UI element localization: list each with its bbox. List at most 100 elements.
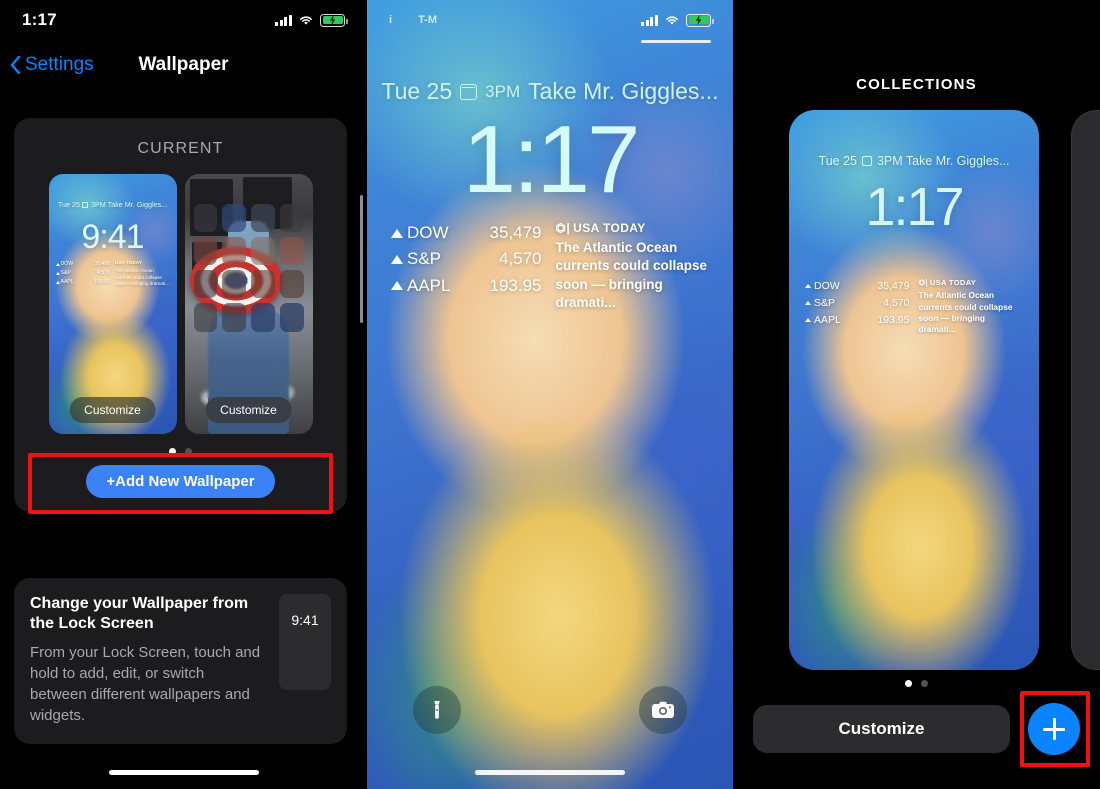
preview-list: Tue 25 3PM Take Mr. Giggles... 9:41 DOW 3… <box>14 174 347 434</box>
app-icon[interactable] <box>222 303 246 332</box>
card-event: 3PM Take Mr. Giggles... <box>876 154 1010 168</box>
stock-symbol: S&P <box>60 270 71 277</box>
app-icon[interactable] <box>251 336 275 365</box>
app-icon-grid <box>185 174 313 434</box>
status-time: 1:17 <box>22 10 57 29</box>
preview-date-row: Tue 25 3PM Take Mr. Giggles... <box>49 200 177 209</box>
app-icon[interactable] <box>222 336 246 365</box>
stock-symbol: S&P <box>407 249 442 269</box>
preview-date: Tue 25 <box>57 200 80 209</box>
back-label: Settings <box>25 54 94 75</box>
battery-charging-icon <box>320 13 348 27</box>
news-headline: The Atlantic Ocean currents could collap… <box>918 290 1013 335</box>
app-icon[interactable] <box>251 204 275 233</box>
stock-symbol: AAPL <box>60 279 74 286</box>
screenshot-root: 1:17 Settings Wallpaper CURRENT Tue 25 3… <box>0 0 1100 789</box>
app-icon[interactable] <box>193 270 218 299</box>
page-dot-active[interactable] <box>169 448 176 455</box>
stocks-widget[interactable]: DOW 35,479 S&P 4,570 AAPL 193.95 <box>391 220 542 312</box>
stock-value: 193.95 <box>877 313 910 326</box>
app-icon[interactable] <box>279 303 304 332</box>
news-widget[interactable]: ⏣| USA TODAY The Atlantic Ocean currents… <box>556 220 710 312</box>
page-dots <box>733 680 1100 687</box>
bottom-action-bar: Customize <box>753 691 1090 767</box>
lock-widgets: DOW 35,479 S&P 4,570 AAPL 193.95 ⏣| USA TOD… <box>391 220 709 312</box>
status-underline <box>641 40 711 43</box>
cellular-bars-icon <box>641 14 658 26</box>
app-icon[interactable] <box>193 237 218 266</box>
news-brand: USA TODAY <box>115 260 143 265</box>
preview-event: 3PM Take Mr. Giggles... <box>90 200 168 209</box>
card-date-row: Tue 25 3PM Take Mr. Giggles... <box>789 154 1039 168</box>
customize-button-lock[interactable]: Customize <box>69 397 156 423</box>
quick-actions <box>367 686 733 734</box>
app-icon[interactable] <box>222 270 246 299</box>
app-icon[interactable] <box>251 270 275 299</box>
add-wallpaper-area: +Add New Wallpaper <box>28 453 333 514</box>
app-icon[interactable] <box>279 336 304 365</box>
back-button[interactable]: Settings <box>10 54 94 76</box>
page-dots <box>14 448 347 455</box>
app-icon[interactable] <box>251 303 275 332</box>
preview-home-screen[interactable]: Customize <box>184 174 313 434</box>
camera-button[interactable] <box>639 686 687 734</box>
app-icon[interactable] <box>193 204 218 233</box>
app-icon[interactable] <box>251 237 275 266</box>
arrow-up-icon <box>55 281 60 285</box>
status-icons <box>641 13 714 27</box>
news-brand: USA TODAY <box>929 278 977 287</box>
collection-card-lock-screen[interactable]: Tue 25 3PM Take Mr. Giggles... 1:17 DOW 3… <box>789 110 1039 670</box>
add-wallpaper-fab[interactable] <box>1028 703 1080 755</box>
stock-value: 4,571 <box>97 270 110 277</box>
next-collection-card-peek[interactable] <box>1071 110 1100 670</box>
collections-header: COLLECTIONS <box>856 76 977 93</box>
camera-icon <box>652 701 674 718</box>
scrollbar[interactable] <box>360 195 363 323</box>
app-icon[interactable] <box>222 369 246 398</box>
news-logo-icon: ⏣| <box>555 221 571 235</box>
status-icons <box>275 13 348 27</box>
app-icon[interactable] <box>279 204 304 233</box>
customize-button-home[interactable]: Customize <box>205 397 292 423</box>
news-widget: ⏣| USA TODAY The Atlantic Ocean currents… <box>919 278 1024 336</box>
stock-value: 4,570 <box>498 249 542 269</box>
calendar-icon <box>82 201 89 208</box>
battery-charging-icon <box>686 13 714 27</box>
panel-collections: COLLECTIONS Tue 25 3PM Take Mr. Giggles.… <box>733 0 1100 789</box>
status-bar: i T-M <box>367 0 733 40</box>
wifi-icon <box>300 16 312 25</box>
stocks-widget: DOW 35,479 S&P 4,570 AAPL 193.95 <box>805 278 910 336</box>
app-icon[interactable] <box>222 204 246 233</box>
app-icon[interactable] <box>193 336 218 365</box>
app-icon[interactable] <box>193 369 218 398</box>
wifi-icon <box>666 16 678 25</box>
stock-symbol: DOW <box>60 261 74 267</box>
card-widgets: DOW 35,479 S&P 4,570 AAPL 193.95 ⏣| USA TOD… <box>805 278 1023 336</box>
lock-date: Tue 25 <box>381 78 453 104</box>
customize-button[interactable]: Customize <box>753 705 1010 753</box>
home-indicator <box>108 770 259 775</box>
preview-widgets: DOW 35,488 S&P 4,571 AAPL 193.83 USA TODAY … <box>55 260 170 288</box>
stock-value: 35,479 <box>877 280 910 292</box>
page-dot[interactable] <box>185 448 192 455</box>
app-icon[interactable] <box>193 303 218 332</box>
app-icon[interactable] <box>279 270 304 299</box>
wallpaper-image <box>48 174 177 434</box>
page-dot-active[interactable] <box>905 680 912 687</box>
flashlight-button[interactable] <box>413 686 461 734</box>
news-brand-row: ⏣| USA TODAY <box>919 278 1024 288</box>
page-dot[interactable] <box>921 680 928 687</box>
app-icon[interactable] <box>222 237 246 266</box>
add-new-wallpaper-button[interactable]: +Add New Wallpaper <box>86 465 275 498</box>
mini-phone-time: 9:41 <box>291 612 319 628</box>
app-icon[interactable] <box>251 369 275 398</box>
home-indicator <box>475 770 625 775</box>
preview-lock-screen[interactable]: Tue 25 3PM Take Mr. Giggles... 9:41 DOW 3… <box>48 174 177 434</box>
preview-clock: 9:41 <box>81 218 144 256</box>
lock-clock: 1:17 <box>462 106 641 213</box>
cellular-bars-icon <box>275 14 292 26</box>
app-icon[interactable] <box>279 369 304 398</box>
stock-value: 4,570 <box>883 296 910 309</box>
event-time: 3PM <box>485 81 521 101</box>
app-icon[interactable] <box>279 237 304 266</box>
